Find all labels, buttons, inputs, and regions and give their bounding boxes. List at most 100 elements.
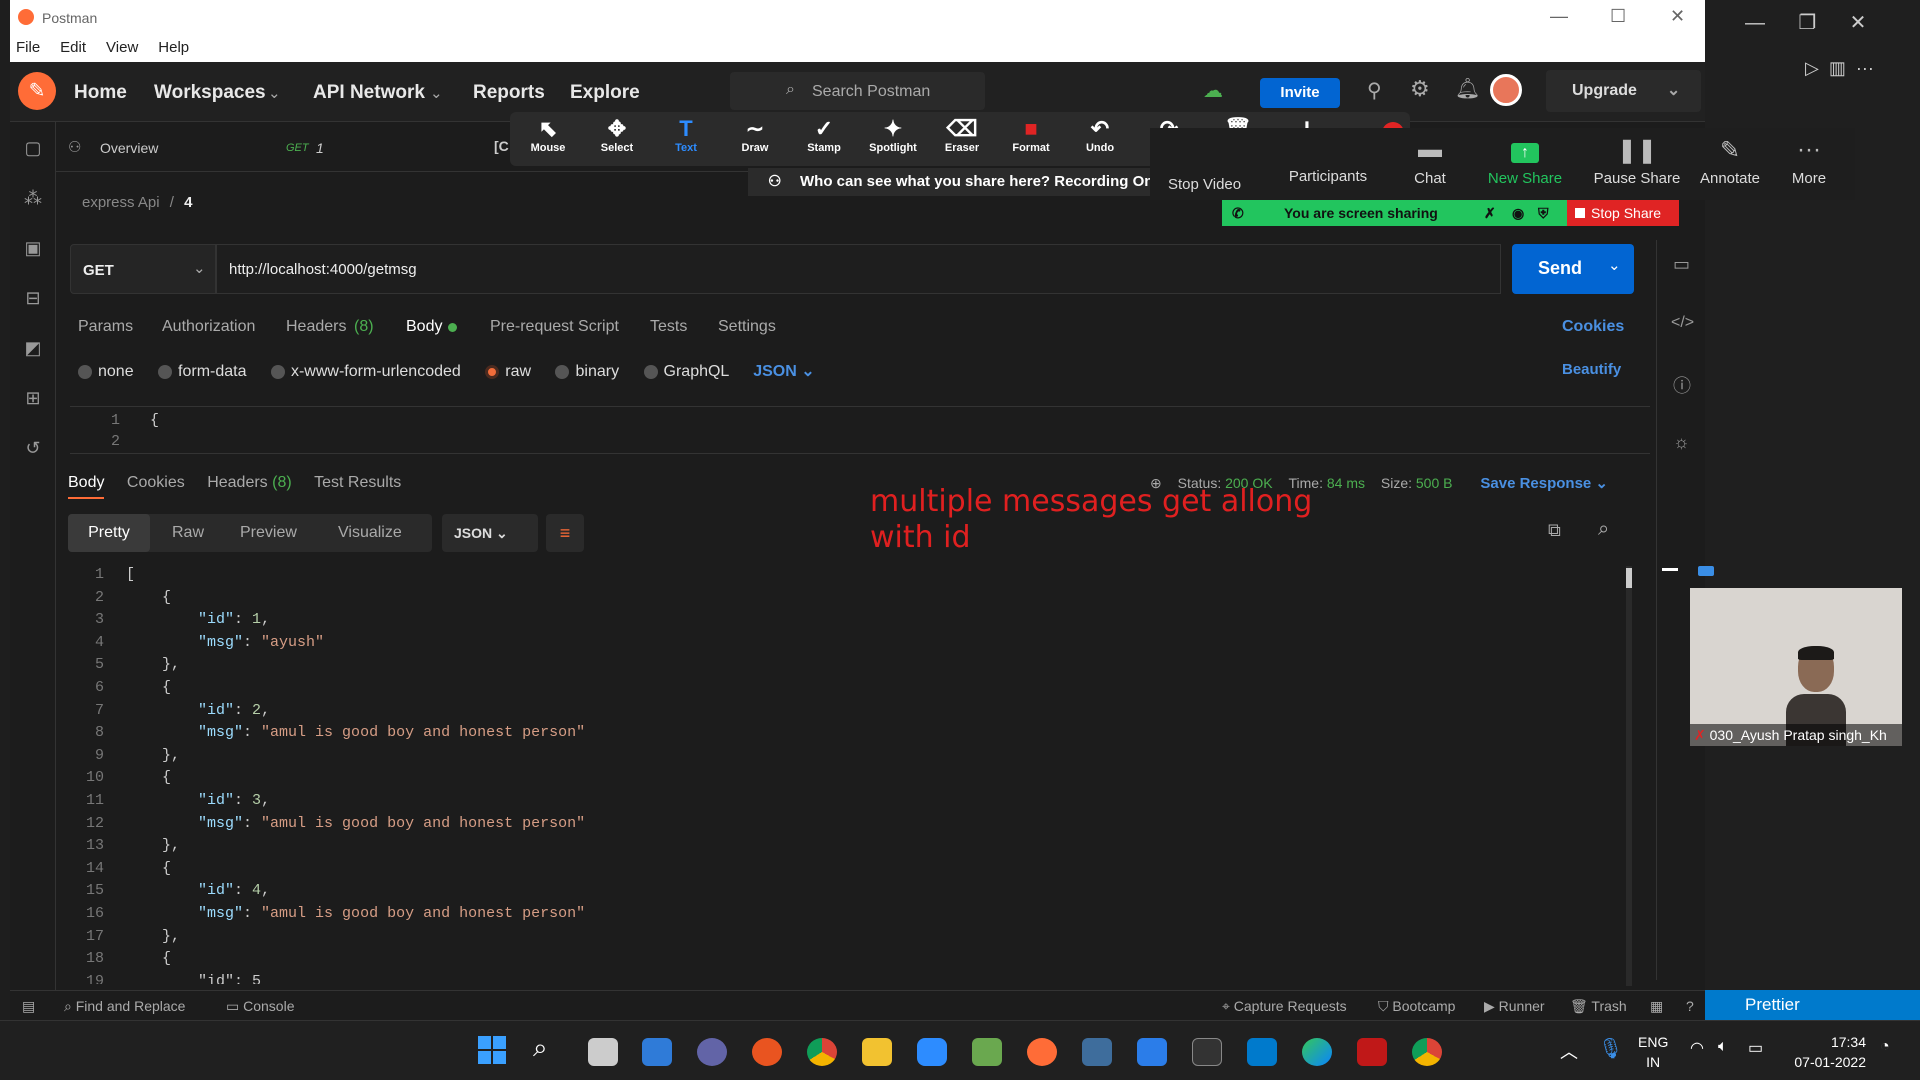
copy-icon[interactable]: ⧉	[1548, 520, 1561, 541]
zoom-tool-spotlight[interactable]: ✦ Spotlight	[863, 116, 923, 154]
terminal-icon[interactable]	[1192, 1038, 1222, 1066]
wifi-icon[interactable]: ◠	[1690, 1038, 1704, 1058]
nav-workspaces[interactable]: Workspaces	[154, 82, 266, 104]
scroll-thumb[interactable]	[1626, 568, 1632, 588]
edge-icon[interactable]	[1302, 1038, 1332, 1066]
radio-urlencoded[interactable]: x-www-form-urlencoded	[270, 363, 461, 380]
chevron-up-icon[interactable]: ︿	[1560, 1038, 1578, 1064]
radio-form-data[interactable]: form-data	[158, 363, 247, 380]
history-icon[interactable]: ↺	[22, 438, 44, 460]
zoom-tool-stamp[interactable]: ✓ Stamp	[794, 116, 854, 154]
resp-tab-headers[interactable]: Headers	[207, 474, 267, 491]
teams-chat-icon[interactable]	[697, 1038, 727, 1066]
response-format-select[interactable]: JSON ⌄	[442, 514, 538, 552]
photos-icon[interactable]	[972, 1038, 1002, 1066]
tab-pre-request-script[interactable]: Pre-request Script	[490, 318, 619, 336]
wrap-lines-icon[interactable]: ≡	[546, 514, 584, 552]
nav-reports[interactable]: Reports	[473, 82, 545, 104]
tab-overview[interactable]: Overview	[100, 140, 158, 156]
search-icon[interactable]: ⌕	[533, 1032, 548, 1064]
bell-icon[interactable]: 🔔︎	[1455, 76, 1480, 101]
close-icon[interactable]: ✕	[1670, 6, 1685, 27]
clock[interactable]: 17:34 07-01-2022	[1784, 1032, 1866, 1072]
console[interactable]: ▭ Console	[226, 998, 295, 1015]
view-mode-icon[interactable]	[1698, 566, 1714, 576]
view-pretty[interactable]: Pretty	[68, 514, 150, 552]
nav-api-network[interactable]: API Network	[313, 82, 425, 104]
view-visualize[interactable]: Visualize	[338, 524, 402, 542]
zoom-tool-draw[interactable]: ∼ Draw	[725, 116, 785, 154]
zoom-tool-select[interactable]: ✥ Select	[587, 116, 647, 154]
code-icon[interactable]: </>	[1671, 314, 1694, 332]
menu-edit[interactable]: Edit	[60, 39, 86, 56]
menu-view[interactable]: View	[106, 39, 138, 56]
file-explorer-icon[interactable]	[862, 1038, 892, 1066]
upgrade-button[interactable]: Upgrade ⌄	[1546, 70, 1701, 112]
stop-share-button[interactable]: Stop Share	[1567, 200, 1679, 226]
resp-tab-body[interactable]: Body	[68, 474, 105, 499]
request-editor[interactable]: 1 2 {	[70, 406, 1650, 454]
view-preview[interactable]: Preview	[240, 524, 297, 542]
method-select[interactable]: GET ⌄	[70, 244, 216, 294]
gear-icon[interactable]: ⚙	[1410, 76, 1430, 102]
mcafee-icon[interactable]	[1357, 1038, 1387, 1066]
find-replace[interactable]: ⌕ Find and Replace	[64, 998, 185, 1015]
mysql-workbench-icon[interactable]	[1082, 1038, 1112, 1066]
more-button[interactable]: ··· More	[1776, 136, 1842, 187]
response-scrollbar[interactable]	[1626, 566, 1632, 986]
maximize-icon[interactable]: ☐	[1610, 6, 1626, 27]
cookies-link[interactable]: Cookies	[1562, 318, 1624, 336]
tab-headers[interactable]: Headers	[286, 318, 346, 336]
vscode-icon[interactable]	[1247, 1038, 1277, 1066]
breadcrumb-collection[interactable]: express Api	[82, 194, 160, 211]
zoom-tool-eraser[interactable]: ⌫ Eraser	[932, 116, 992, 154]
tab-authorization[interactable]: Authorization	[162, 318, 255, 336]
flows-icon[interactable]: ⊞	[22, 388, 44, 410]
minimize-icon[interactable]: —	[1550, 6, 1568, 27]
prettier-label[interactable]: Prettier	[1745, 995, 1800, 1015]
breadcrumb-item[interactable]: 4	[184, 194, 192, 211]
menu-help[interactable]: Help	[158, 39, 189, 56]
tab-tests[interactable]: Tests	[650, 318, 687, 336]
nav-home[interactable]: Home	[74, 82, 127, 104]
satellite-icon[interactable]: ⚲	[1367, 78, 1382, 103]
widgets-icon[interactable]	[642, 1038, 672, 1066]
url-input[interactable]: http://localhost:4000/getmsg	[216, 244, 1501, 294]
zoom-tool-mouse[interactable]: ⬉ Mouse	[518, 116, 578, 154]
ubuntu-icon[interactable]	[752, 1038, 782, 1066]
beautify-link[interactable]: Beautify	[1562, 361, 1621, 378]
postman-home-icon[interactable]: ✎	[18, 72, 56, 110]
tab-partial[interactable]: [C	[494, 138, 509, 154]
menu-file[interactable]: File	[16, 39, 40, 56]
environments-icon[interactable]: ▣	[22, 238, 44, 260]
zoom-tool-text[interactable]: T Text	[656, 116, 716, 154]
sync-cloud-icon[interactable]: ☁	[1203, 78, 1223, 103]
chrome-profile-icon[interactable]	[1412, 1038, 1442, 1066]
monitors-icon[interactable]: ◩	[22, 338, 44, 360]
runner[interactable]: ▶ Runner	[1484, 998, 1545, 1015]
radio-raw[interactable]: raw	[485, 363, 531, 380]
resp-tab-cookies[interactable]: Cookies	[127, 474, 185, 491]
info-icon[interactable]: ⓘ	[1673, 372, 1691, 398]
trash[interactable]: 🗑︎ Trash	[1570, 998, 1627, 1015]
apis-icon[interactable]: ⁂	[22, 188, 44, 210]
save-response-button[interactable]: Save Response ⌄	[1480, 475, 1608, 492]
volume-icon[interactable]: 🔈︎	[1718, 1038, 1728, 1056]
annotate-button[interactable]: ✎ Annotate	[1690, 136, 1770, 187]
chevron-down-icon[interactable]: ⌄	[1608, 256, 1621, 274]
radio-graphql[interactable]: GraphQL	[643, 363, 729, 380]
tab-body[interactable]: Body	[406, 318, 442, 336]
search-input[interactable]: Search Postman	[812, 83, 930, 101]
vscode-run-icon[interactable]: ▷ ▥ ···	[1805, 58, 1874, 79]
view-raw[interactable]: Raw	[172, 524, 204, 542]
invite-button[interactable]: Invite	[1260, 78, 1340, 108]
search-box[interactable]: ⌕ Search Postman	[730, 72, 985, 110]
sidebar-toggle-icon[interactable]: ▤	[22, 998, 35, 1015]
zoom-app-icon[interactable]	[917, 1038, 947, 1066]
postman-app-icon[interactable]	[1027, 1038, 1057, 1066]
format-select[interactable]: JSON ⌄	[753, 363, 814, 380]
chat-button[interactable]: ▬ Chat	[1392, 136, 1468, 187]
mock-servers-icon[interactable]: ⊟	[22, 288, 44, 310]
avatar[interactable]	[1490, 74, 1522, 106]
pause-share-button[interactable]: ❚❚ Pause Share	[1582, 136, 1692, 187]
